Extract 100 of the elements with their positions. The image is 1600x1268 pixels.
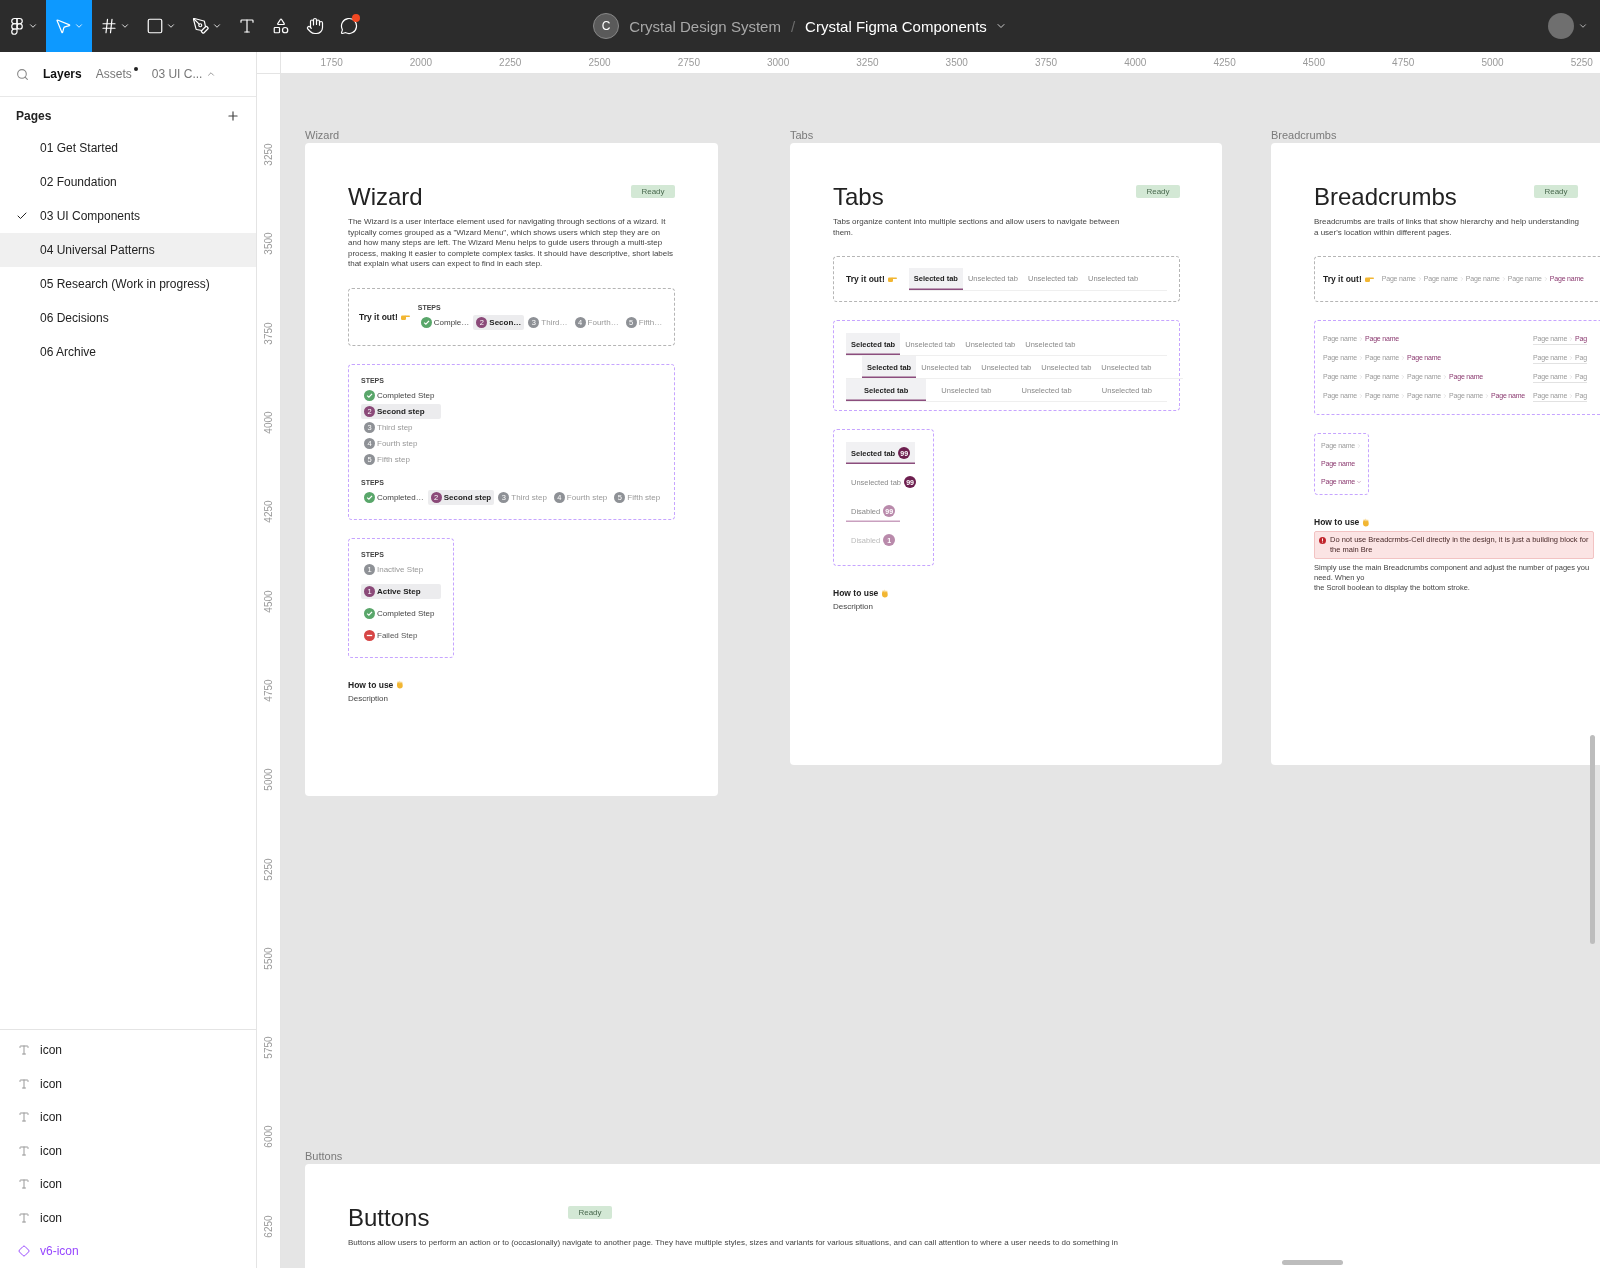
ruler-label: 4750 xyxy=(1391,56,1416,70)
project-name[interactable]: Crystal Design System xyxy=(629,17,781,35)
frame-title: Breadcrumbs xyxy=(1314,183,1457,211)
page-item[interactable]: 05 Research (Work in progress) xyxy=(0,267,256,301)
wizard-step[interactable]: Completed Step xyxy=(361,387,441,403)
ruler-label: 5250 xyxy=(1569,56,1594,70)
page-item[interactable]: 06 Decisions xyxy=(0,301,256,335)
check-icon xyxy=(16,210,28,222)
user-menu-button[interactable] xyxy=(1548,13,1588,39)
wizard-step[interactable]: Failed Step xyxy=(361,627,441,643)
frame-label[interactable]: Buttons xyxy=(305,1150,1600,1164)
unread-dot xyxy=(133,67,138,71)
figma-logo-icon xyxy=(8,17,26,35)
ruler-label: 3500 xyxy=(263,232,274,256)
text-layer-icon xyxy=(18,1178,30,1191)
page-item[interactable]: 03 UI Components xyxy=(0,199,256,233)
status-tag: Ready xyxy=(1534,185,1578,198)
file-name-button[interactable]: Crystal Figma Components xyxy=(805,17,1007,35)
team-avatar: C xyxy=(593,13,620,39)
search-icon[interactable] xyxy=(16,67,29,81)
text-layer-icon xyxy=(18,1144,30,1157)
pointing-hand-icon xyxy=(887,276,897,282)
frame-title: Wizard xyxy=(348,183,423,211)
how-to-use-description: Description xyxy=(348,693,388,703)
frame-title: Tabs xyxy=(833,183,884,211)
waving-hand-icon xyxy=(1362,517,1371,527)
ruler-label: 4000 xyxy=(1123,56,1148,70)
ruler-label: 4500 xyxy=(1301,56,1327,70)
ruler-label: 6000 xyxy=(263,1125,274,1149)
caret-icon xyxy=(166,21,176,31)
status-tag: Ready xyxy=(568,1206,612,1219)
text-layer-icon xyxy=(18,1077,30,1090)
ruler-label: 1750 xyxy=(319,56,344,70)
ruler-label: 5000 xyxy=(1480,56,1505,70)
layer-row[interactable]: icon xyxy=(0,1100,256,1134)
ruler-label: 4000 xyxy=(263,411,274,434)
ruler-label: 3750 xyxy=(263,322,274,345)
frame-label[interactable]: Tabs xyxy=(790,129,1222,143)
ruler-label: 3250 xyxy=(263,143,274,166)
panel-tab[interactable]: Assets xyxy=(95,67,138,81)
frame-label[interactable]: Wizard xyxy=(305,129,718,143)
ruler-label: 2000 xyxy=(408,56,434,70)
page-item[interactable]: 06 Archive xyxy=(0,335,256,369)
text-icon xyxy=(238,17,256,35)
panel-tab[interactable]: Layers xyxy=(43,67,82,81)
page-item[interactable]: 01 Get Started xyxy=(0,131,256,165)
how-to-use-description: Description xyxy=(833,602,873,611)
text-layer-icon xyxy=(18,1211,30,1224)
layer-row[interactable]: icon xyxy=(0,1201,256,1235)
ruler-label: 6250 xyxy=(263,1215,274,1238)
horizontal-scrollbar[interactable] xyxy=(1282,1260,1343,1265)
layer-row[interactable]: icon xyxy=(0,1134,256,1168)
ruler-label: 3000 xyxy=(766,56,791,70)
alert-icon xyxy=(1319,536,1326,544)
pages-heading: Pages xyxy=(16,109,52,123)
ruler-label: 5750 xyxy=(263,1036,274,1059)
frame-description: The Wizard is a user interface element used for navigating through sections of a wizard. It typically comes grouped as a "Wizard Menu", which shows users which step they are on and how many steps are left. The Wizard Menu helps to guide users through a multi-step process, making it easier to complete complex tasks. It should have descriptive, short labels that explain what users can expect to find in each step. xyxy=(348,217,675,270)
wizard-step[interactable]: Completed… xyxy=(361,489,427,505)
pointer-icon xyxy=(54,17,72,35)
layer-row[interactable]: icon xyxy=(0,1167,256,1201)
frame-description: Buttons allow users to perform an action or to (occasionally) navigate to another page. They have multiple styles, sizes and variants for various situations, and can call attention to where a user needs to do something in xyxy=(348,1238,1120,1249)
frame-label[interactable]: Breadcrumbs xyxy=(1271,129,1600,143)
pointing-hand-icon xyxy=(1364,276,1374,282)
page-item[interactable]: 02 Foundation xyxy=(0,165,256,199)
text-layer-icon xyxy=(18,1044,30,1057)
how-to-use-heading: How to use xyxy=(833,588,879,598)
ruler-label: 3500 xyxy=(944,56,969,70)
panel-tab[interactable]: 03 UI C... xyxy=(151,67,217,81)
ruler-label: 4250 xyxy=(263,500,274,523)
frame-title: Buttons xyxy=(348,1204,430,1232)
page-item[interactable]: 04 Universal Patterns xyxy=(0,233,256,267)
try-it-out-label: Try it out! xyxy=(1323,274,1362,284)
ruler-label: 4750 xyxy=(263,679,274,702)
rectangle-icon xyxy=(146,17,164,35)
add-icon[interactable] xyxy=(226,109,240,123)
ruler-label: 4500 xyxy=(263,590,274,613)
pointing-hand-icon xyxy=(400,313,410,320)
caret-icon xyxy=(74,21,84,31)
user-avatar xyxy=(1548,13,1574,39)
layer-row[interactable]: v6-icon xyxy=(0,1234,256,1268)
component-icon xyxy=(18,1245,30,1258)
ruler-label: 2750 xyxy=(676,56,701,70)
layer-row[interactable]: icon xyxy=(0,1067,256,1101)
how-to-use-heading: How to use xyxy=(348,679,394,690)
wizard-step[interactable]: Completed Step xyxy=(361,605,441,621)
caret-icon xyxy=(1578,21,1588,31)
pen-icon xyxy=(192,17,210,35)
ruler-label: 5500 xyxy=(263,947,274,970)
frame-description: Tabs organize content into multiple sections and allow users to navigate between them. xyxy=(833,217,1121,238)
status-tag: Ready xyxy=(631,185,675,198)
vertical-scrollbar[interactable] xyxy=(1590,735,1595,944)
ruler-label: 3250 xyxy=(855,56,880,70)
layer-row[interactable]: icon xyxy=(0,1033,256,1067)
notification-dot xyxy=(352,14,360,22)
wizard-step[interactable]: Comple… xyxy=(417,314,473,330)
caret-icon xyxy=(28,21,38,31)
path-separator: / xyxy=(790,17,796,35)
caret-icon xyxy=(206,69,217,79)
ruler-label: 3750 xyxy=(1033,56,1059,70)
caret-icon xyxy=(212,21,222,31)
